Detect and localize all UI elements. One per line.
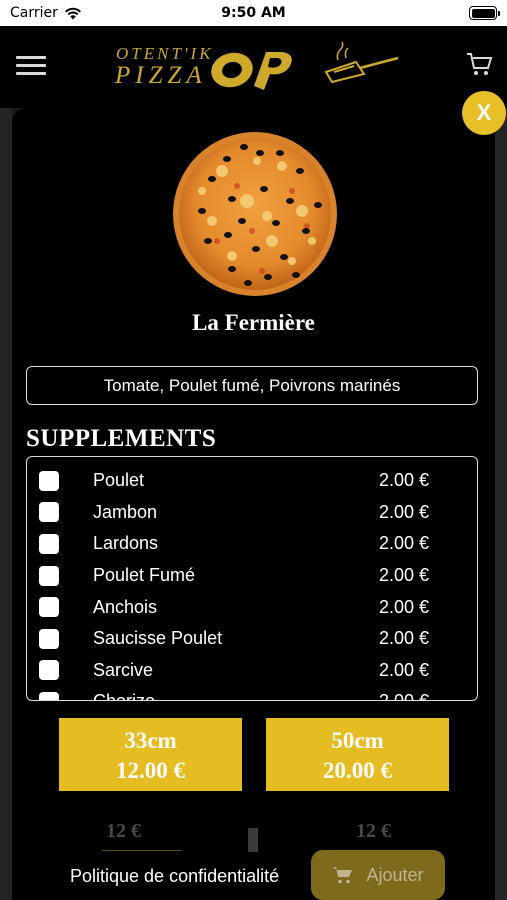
supplement-label: Poulet	[93, 470, 145, 491]
supplement-row[interactable]: Anchois 2.00 €	[27, 591, 477, 623]
supplement-price: 2.00 €	[378, 501, 429, 522]
supplement-price: 2.00 €	[378, 628, 429, 649]
background-price-left: 12 €	[106, 820, 141, 842]
supplement-checkbox[interactable]	[39, 565, 59, 586]
supplement-checkbox[interactable]	[39, 597, 59, 618]
supplement-label: Poulet Fumé	[93, 565, 196, 586]
background-separator	[248, 828, 258, 852]
supplement-label: Anchois	[93, 596, 158, 617]
supplement-checkbox[interactable]	[39, 628, 59, 649]
logo-text-top: OTENT'IK	[116, 44, 214, 63]
close-button[interactable]: X	[462, 91, 506, 135]
battery-icon	[469, 6, 500, 20]
supplement-label: Lardons	[93, 533, 159, 554]
supplement-row[interactable]: Sarcive 2.00 €	[27, 655, 477, 687]
supplement-row[interactable]: Saucisse Poulet 2.00 €	[27, 623, 477, 655]
hamburger-menu-icon[interactable]	[16, 56, 46, 76]
ingredients-description: Tomate, Poulet fumé, Poivrons marinés	[26, 366, 478, 405]
brand-logo[interactable]: OTENT'IK PIZZA	[112, 40, 302, 96]
supplement-row[interactable]: Lardons 2.00 €	[27, 528, 477, 560]
add-to-cart-button[interactable]: Ajouter	[311, 850, 445, 900]
background-left	[0, 108, 12, 900]
supplement-checkbox[interactable]	[39, 660, 59, 681]
logo-text-bottom: PIZZA	[115, 62, 207, 89]
supplement-checkbox[interactable]	[39, 470, 59, 491]
pizza-image	[173, 132, 337, 296]
supplement-label: Saucisse Poulet	[93, 628, 223, 649]
background-price-right: 12 €	[356, 820, 391, 842]
product-name: La Fermière	[192, 310, 315, 335]
pizza-peel-icon	[324, 42, 399, 84]
background-divider	[102, 850, 182, 851]
supplement-price: 2.00 €	[378, 596, 429, 617]
size-price: 12.00 €	[116, 758, 185, 783]
supplement-price: 2.00 €	[378, 533, 429, 554]
supplement-price: 2.00 €	[379, 691, 429, 700]
status-bar: Carrier 9:50 AM	[0, 0, 507, 26]
supplement-row[interactable]: Poulet 2.00 €	[27, 465, 477, 497]
supplement-price: 2.00 €	[378, 659, 429, 680]
supplement-price: 2.00 €	[378, 565, 429, 586]
supplement-label: Chorizo	[93, 691, 155, 700]
size-50cm-button[interactable]: 50cm 20.00 €	[266, 718, 449, 791]
size-label: 50cm	[331, 728, 384, 753]
supplement-checkbox[interactable]	[39, 502, 59, 523]
supplement-checkbox[interactable]	[39, 691, 59, 700]
logo-op-mark-icon	[211, 52, 292, 90]
supplement-row[interactable]: Jambon 2.00 €	[27, 497, 477, 529]
supplement-checkbox[interactable]	[39, 533, 59, 554]
supplements-list[interactable]: Poulet 2.00 € Jambon 2.00 € Lardons 2.00…	[26, 456, 478, 701]
supplement-label: Sarcive	[93, 659, 154, 680]
supplement-price: 2.00 €	[378, 470, 429, 491]
app-header: OTENT'IK PIZZA	[0, 26, 507, 108]
ingredients-text: Tomate, Poulet fumé, Poivrons marinés	[103, 375, 401, 395]
supplement-row[interactable]: Poulet Fumé 2.00 €	[27, 560, 477, 592]
supplements-title: SUPPLEMENTS	[26, 425, 217, 452]
cart-icon[interactable]	[465, 50, 493, 78]
size-price: 20.00 €	[323, 758, 392, 783]
supplement-row[interactable]: Chorizo 2.00 €	[27, 686, 477, 700]
cart-icon	[333, 867, 353, 884]
status-time: 9:50 AM	[221, 5, 286, 21]
size-33cm-button[interactable]: 33cm 12.00 €	[59, 718, 242, 791]
background-right	[495, 108, 507, 900]
privacy-policy-link[interactable]: Politique de confidentialité	[70, 866, 279, 887]
supplement-label: Jambon	[93, 501, 158, 522]
add-button-label: Ajouter	[366, 864, 424, 885]
size-label: 33cm	[124, 728, 177, 753]
